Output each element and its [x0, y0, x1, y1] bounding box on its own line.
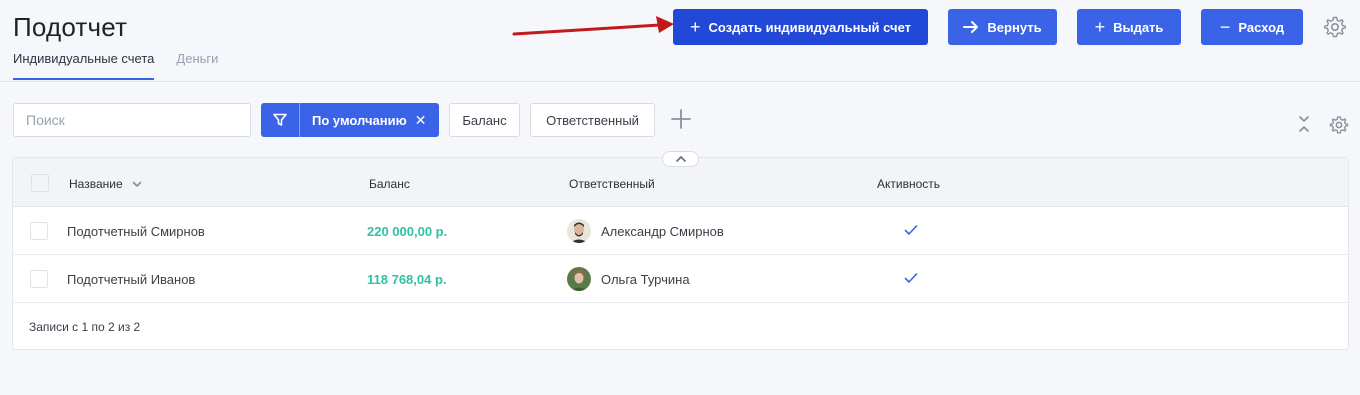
- responsible-name[interactable]: Александр Смирнов: [601, 224, 724, 239]
- table-settings-gear-icon[interactable]: [1329, 115, 1349, 135]
- column-header-responsible[interactable]: Ответственный: [569, 177, 655, 191]
- arrow-right-icon: [963, 21, 979, 33]
- issue-button[interactable]: + Выдать: [1077, 9, 1181, 45]
- settings-gear-icon[interactable]: [1323, 15, 1347, 39]
- checkmark-icon: [904, 225, 918, 235]
- filter-icon[interactable]: [261, 103, 300, 137]
- chevron-up-icon: [675, 156, 686, 162]
- avatar: [567, 267, 591, 291]
- close-icon[interactable]: ✕: [415, 112, 427, 129]
- filter-chip-responsible[interactable]: Ответственный: [530, 103, 655, 137]
- create-individual-account-button[interactable]: + Создать индивидуальный счет: [673, 9, 928, 45]
- account-name[interactable]: Подотчетный Иванов: [67, 272, 195, 287]
- account-balance: 118 768,04 р.: [367, 272, 447, 287]
- responsible-name[interactable]: Ольга Турчина: [601, 272, 690, 287]
- plus-icon: +: [1094, 17, 1106, 37]
- filter-chip-balance[interactable]: Баланс: [449, 103, 520, 137]
- select-all-checkbox[interactable]: [31, 174, 49, 192]
- return-button-label: Вернуть: [987, 19, 1042, 35]
- collapse-expand-icon[interactable]: [1297, 114, 1311, 134]
- checkmark-icon: [904, 273, 918, 283]
- chevron-down-icon: [132, 182, 142, 188]
- issue-button-label: Выдать: [1113, 19, 1164, 35]
- return-button[interactable]: Вернуть: [948, 9, 1057, 45]
- account-balance: 220 000,00 р.: [367, 224, 448, 239]
- create-button-label: Создать индивидуальный счет: [708, 19, 912, 35]
- active-filter-chip[interactable]: По умолчанию ✕: [261, 103, 439, 137]
- column-header-activity[interactable]: Активность: [877, 177, 940, 191]
- tab-bar: Индивидуальные счета Деньги: [13, 51, 240, 80]
- search-input[interactable]: [13, 103, 251, 137]
- pagination-summary: Записи с 1 по 2 из 2: [29, 320, 141, 334]
- page-title: Подотчет: [13, 12, 128, 42]
- tab-individual-accounts[interactable]: Индивидуальные счета: [13, 51, 155, 80]
- expense-button-label: Расход: [1238, 19, 1285, 35]
- expense-button[interactable]: − Расход: [1201, 9, 1303, 45]
- active-filter-label: По умолчанию: [312, 112, 407, 128]
- column-header-name[interactable]: Название: [69, 177, 142, 191]
- avatar: [567, 219, 591, 243]
- collapse-filters-handle[interactable]: [662, 151, 699, 167]
- annotation-arrow-icon: [512, 16, 674, 36]
- accounts-table: Название Баланс Ответственный Активность…: [12, 157, 1349, 350]
- add-filter-plus-icon[interactable]: [668, 106, 694, 132]
- table-row[interactable]: Подотчетный Смирнов 220 000,00 р. Алекса…: [13, 207, 1348, 255]
- account-name[interactable]: Подотчетный Смирнов: [67, 224, 205, 239]
- table-row[interactable]: Подотчетный Иванов 118 768,04 р. Ольга Т…: [13, 255, 1348, 303]
- column-header-name-label: Название: [69, 177, 123, 191]
- minus-icon: −: [1219, 17, 1231, 37]
- plus-icon: +: [689, 17, 701, 37]
- tab-money[interactable]: Деньги: [176, 51, 218, 80]
- row-checkbox[interactable]: [30, 270, 48, 288]
- row-checkbox[interactable]: [30, 222, 48, 240]
- column-header-balance[interactable]: Баланс: [369, 177, 410, 191]
